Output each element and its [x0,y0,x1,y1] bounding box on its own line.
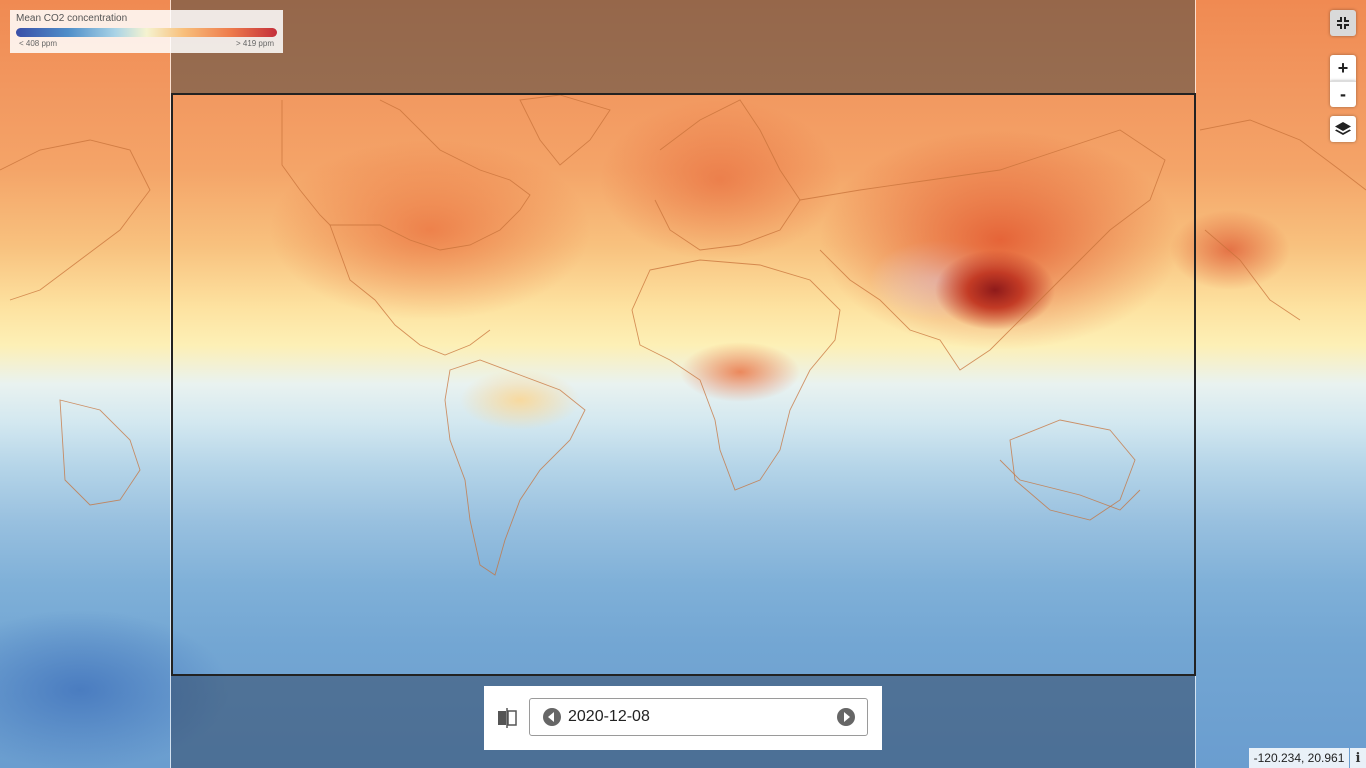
date-picker[interactable]: 2020-12-08 [529,698,868,736]
legend-title: Mean CO2 concentration [16,13,128,24]
collapse-arrows-icon [1337,17,1349,29]
legend-min-label: < 408 ppm [19,39,58,48]
zoom-in-button[interactable]: + [1330,55,1356,81]
outside-extent-shade-top [171,0,1195,93]
chevron-right-circle-icon [844,712,850,722]
data-extent-box [171,93,1196,676]
legend-labels: < 408 ppm > 419 ppm [16,39,277,48]
collapse-button[interactable] [1330,10,1356,36]
next-date-button[interactable] [837,708,855,726]
compare-split-icon[interactable] [497,708,517,728]
chevron-left-circle-icon [548,712,554,722]
layers-icon [1335,122,1351,135]
current-date[interactable]: 2020-12-08 [568,708,650,726]
previous-date-button[interactable] [543,708,561,726]
legend-panel: Mean CO2 concentration < 408 ppm > 419 p… [10,10,283,53]
info-icon[interactable]: i [1350,748,1366,768]
zoom-out-button[interactable]: - [1330,81,1356,107]
legend-max-label: > 419 ppm [235,39,274,48]
legend-color-ramp [16,28,277,37]
date-control-panel: 2020-12-08 [484,686,882,750]
layers-button[interactable] [1330,116,1356,142]
cursor-coordinates: -120.234, 20.961 [1249,748,1349,768]
